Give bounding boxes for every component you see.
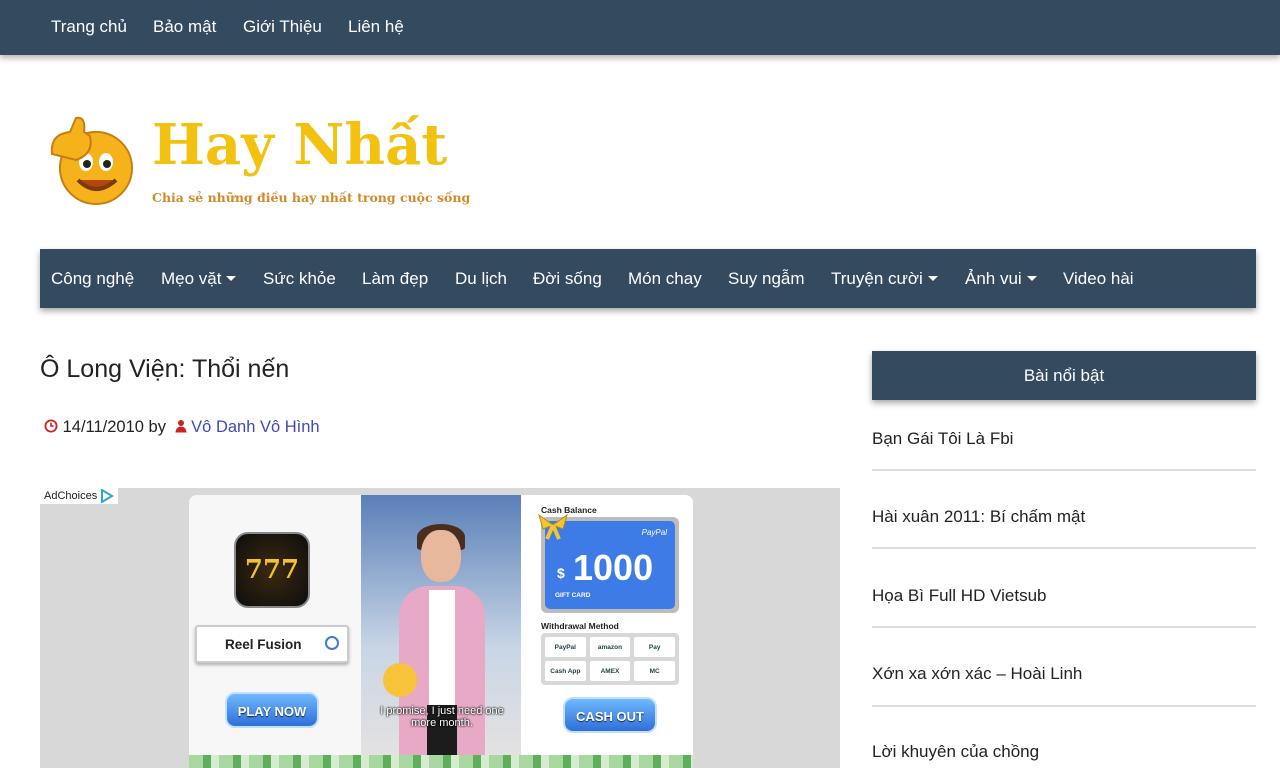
nav-item-cong-nghe[interactable]: Công nghệ (51, 269, 134, 289)
caret-down-icon (226, 276, 237, 281)
play-now-button[interactable]: PLAY NOW (225, 692, 319, 728)
currency-symbol: $ (557, 565, 565, 581)
post-by: by (148, 418, 166, 436)
nav-item-mon-chay[interactable]: Món chay (628, 269, 702, 289)
slot-app-icon: 777 (234, 532, 310, 608)
cash-out-button[interactable]: CASH OUT (563, 697, 657, 733)
user-icon (175, 420, 187, 433)
thumbs-up-smiley-icon (50, 116, 133, 205)
mastercard-method: MC (634, 661, 675, 681)
withdrawal-methods: PayPal amazon Pay Cash App AMEX MC (541, 633, 679, 685)
sidebar-divider (872, 705, 1256, 707)
site-logo[interactable]: Hay Nhất Chia sẻ những điều hay nhất tro… (46, 108, 470, 208)
top-navbar: Trang chủ Bảo mật Giới Thiệu Liên hệ (0, 0, 1280, 55)
post-meta: 14/11/2010 by Vô Danh Vô Hình (44, 418, 320, 437)
topnav-home[interactable]: Trang chủ (51, 17, 127, 37)
search-icon (325, 636, 339, 650)
nav-item-suc-khoe[interactable]: Sức khỏe (263, 269, 336, 289)
sidebar-link[interactable]: Hài xuân 2011: Bí chấm mật (872, 507, 1256, 527)
sidebar-link[interactable]: Xớn xa xớn xác – Hoài Linh (872, 664, 1256, 684)
nav-item-video-hai[interactable]: Video hài (1063, 269, 1134, 289)
sidebar-link[interactable]: Họa Bì Full HD Vietsub (872, 586, 1256, 606)
caret-down-icon (927, 276, 938, 281)
ad-right-panel: Cash Balance PayPal $ 1000 GIFT CARD Wit… (521, 495, 693, 768)
app-search-box: Reel Fusion (195, 625, 349, 663)
nav-item-anh-vui[interactable]: Ảnh vui (965, 269, 1037, 289)
ad-left-panel: 777 Reel Fusion PLAY NOW (189, 495, 361, 768)
gift-card: PayPal $ 1000 GIFT CARD (538, 513, 679, 613)
sidebar-link[interactable]: Bạn Gái Tôi Là Fbi (872, 429, 1256, 449)
adchoices-icon (101, 489, 115, 503)
post-title: Ô Long Viện: Thổi nến (40, 355, 290, 383)
sidebar-link[interactable]: Lời khuyên của chồng (872, 742, 1256, 762)
sidebar-divider (872, 626, 1256, 628)
nav-item-doi-song[interactable]: Đời sống (533, 269, 602, 289)
pleading-face-emoji-icon (383, 663, 417, 697)
caret-down-icon (1026, 276, 1037, 281)
topnav-about[interactable]: Giới Thiệu (243, 17, 322, 37)
sidebar-divider (872, 469, 1256, 471)
apple-pay-method: Pay (634, 637, 675, 657)
advertisement[interactable]: AdChoices 777 Reel Fusion PLAY NOW I pro… (40, 488, 840, 768)
sidebar-divider (872, 547, 1256, 549)
topnav-contact[interactable]: Liên hệ (348, 17, 404, 37)
withdrawal-method-label: Withdrawal Method (541, 621, 619, 631)
nav-item-meo-vat[interactable]: Mẹo vặt (161, 269, 237, 289)
nav-item-suy-ngam[interactable]: Suy ngẫm (728, 269, 805, 289)
nav-item-du-lich[interactable]: Du lịch (455, 269, 507, 289)
clock-icon (44, 419, 58, 433)
adchoices-badge[interactable]: AdChoices (40, 488, 119, 504)
amazon-method: amazon (589, 637, 631, 657)
logo-title: Hay Nhất (152, 112, 448, 178)
post-author-link[interactable]: Vô Danh Vô Hình (191, 418, 319, 436)
paypal-label: PayPal (641, 528, 667, 537)
topnav-privacy[interactable]: Bảo mật (153, 17, 216, 37)
gift-card-label: GIFT CARD (555, 592, 591, 599)
gold-ribbon-icon (538, 513, 568, 540)
sidebar-heading: Bài nổi bật (872, 351, 1256, 400)
cash-app-method: Cash App (545, 661, 586, 681)
video-caption: I promise, I just need one more month. (380, 705, 504, 729)
main-navbar: Công nghệ Mẹo vặt Sức khỏe Làm đẹp Du lị… (40, 249, 1256, 308)
woman-figure (399, 524, 485, 768)
amex-method: AMEX (589, 661, 631, 681)
ad-creative[interactable]: 777 Reel Fusion PLAY NOW I promise, I ju… (189, 495, 693, 768)
money-decoration (189, 755, 693, 768)
post-date: 14/11/2010 (62, 418, 144, 436)
nav-item-truyen-cuoi[interactable]: Truyện cười (831, 269, 938, 289)
logo-subtitle: Chia sẻ những điều hay nhất trong cuộc s… (152, 190, 471, 205)
ad-video-panel: I promise, I just need one more month. (361, 495, 521, 768)
nav-item-lam-dep[interactable]: Làm đẹp (362, 269, 428, 289)
gift-card-amount: 1000 (573, 547, 654, 588)
paypal-method: PayPal (545, 637, 586, 657)
